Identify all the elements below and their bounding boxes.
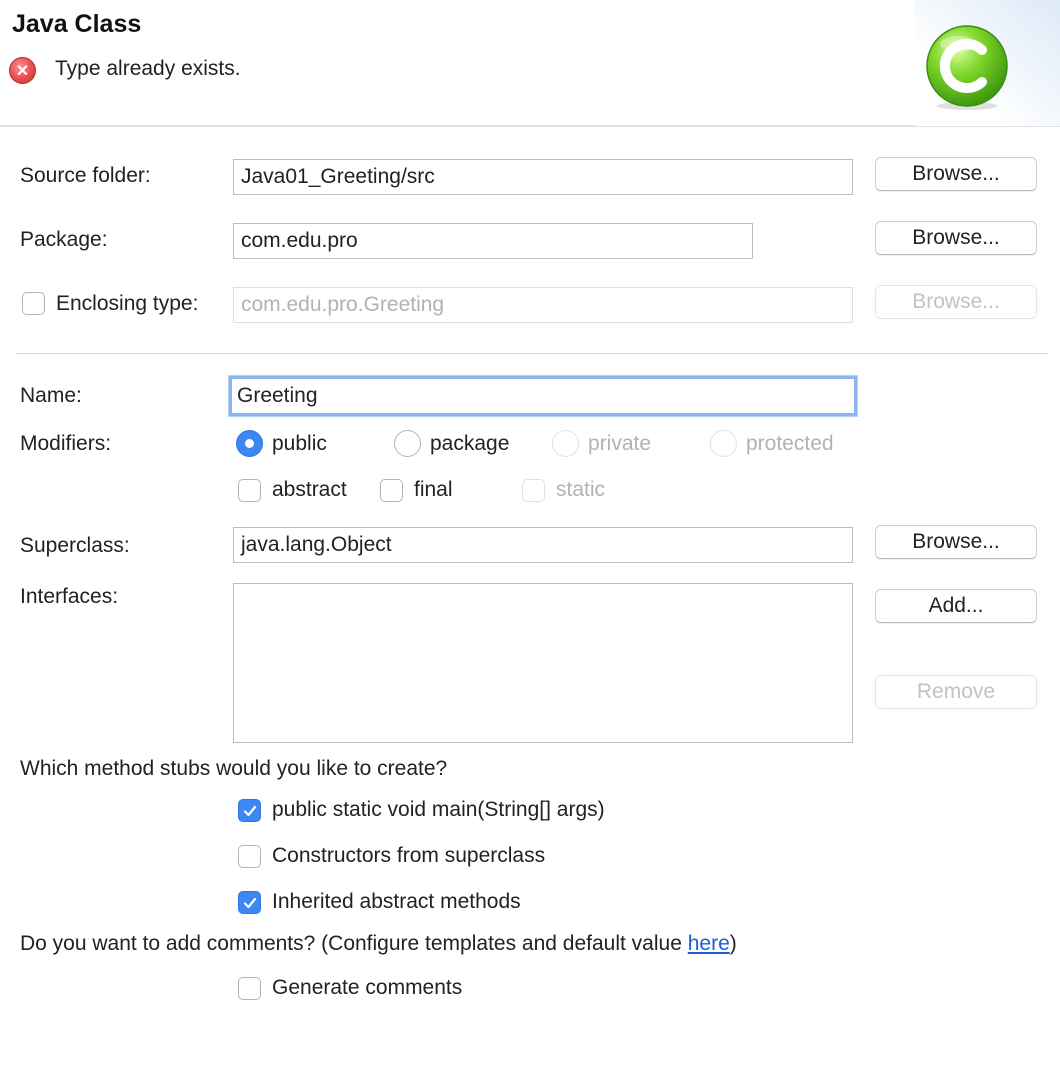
superclass-label: Superclass: [20,534,130,557]
comments-question-suffix: ) [729,932,737,955]
comments-question: Do you want to add comments? (Configure … [20,932,737,956]
generate-comments-label: Generate comments [272,976,463,999]
checkmark-icon [243,805,256,816]
stub-constructors-label: Constructors from superclass [272,844,546,867]
enclosing-type-field: com.edu.pro.Greeting [233,287,853,323]
java-class-icon [926,25,1008,110]
modifier-private-radio [552,430,579,457]
superclass-field[interactable]: java.lang.Object [233,527,853,563]
error-message: Type already exists. [55,57,241,80]
enclosing-type-checkbox[interactable] [22,292,45,315]
generate-comments-checkbox[interactable] [238,977,261,1000]
modifier-static-label: static [556,478,606,501]
modifier-protected-label: protected [746,432,834,455]
stub-inherited-label: Inherited abstract methods [272,890,521,913]
interfaces-label: Interfaces: [20,585,119,608]
modifier-package-radio[interactable] [394,430,421,457]
modifier-public-radio[interactable] [236,430,263,457]
checkmark-icon [243,897,256,908]
source-folder-browse-button[interactable]: Browse... [875,157,1037,191]
modifier-public-label: public [272,432,327,455]
configure-templates-link[interactable]: here [688,932,730,955]
stub-main-label: public static void main(String[] args) [272,798,605,821]
modifier-final-label: final [414,478,453,501]
interfaces-add-button[interactable]: Add... [875,589,1037,623]
stub-inherited-checkbox[interactable] [238,891,261,914]
enclosing-type-label: Enclosing type: [56,292,199,315]
package-field[interactable]: com.edu.pro [233,223,753,259]
stub-constructors-checkbox[interactable] [238,845,261,868]
package-label: Package: [20,228,108,251]
source-folder-field[interactable]: Java01_Greeting/src [233,159,853,195]
enclosing-type-browse-button: Browse... [875,285,1037,319]
modifier-private-label: private [588,432,652,455]
separator [16,353,1048,354]
name-label: Name: [20,384,82,407]
interfaces-remove-button: Remove [875,675,1037,709]
interfaces-list[interactable] [233,583,853,743]
source-folder-label: Source folder: [20,164,151,187]
method-stubs-question: Which method stubs would you like to cre… [20,757,448,780]
name-field[interactable]: Greeting [229,376,857,416]
modifier-package-label: package [430,432,510,455]
modifiers-label: Modifiers: [20,432,112,455]
modifier-abstract-checkbox[interactable] [238,479,261,502]
superclass-browse-button[interactable]: Browse... [875,525,1037,559]
modifier-static-checkbox [522,479,545,502]
modifier-abstract-label: abstract [272,478,347,501]
modifier-final-checkbox[interactable] [380,479,403,502]
wizard-title: Java Class [12,10,142,38]
error-icon: × [9,57,36,84]
package-browse-button[interactable]: Browse... [875,221,1037,255]
modifier-protected-radio [710,430,737,457]
stub-main-checkbox[interactable] [238,799,261,822]
comments-question-prefix: Do you want to add comments? (Configure … [20,932,688,955]
